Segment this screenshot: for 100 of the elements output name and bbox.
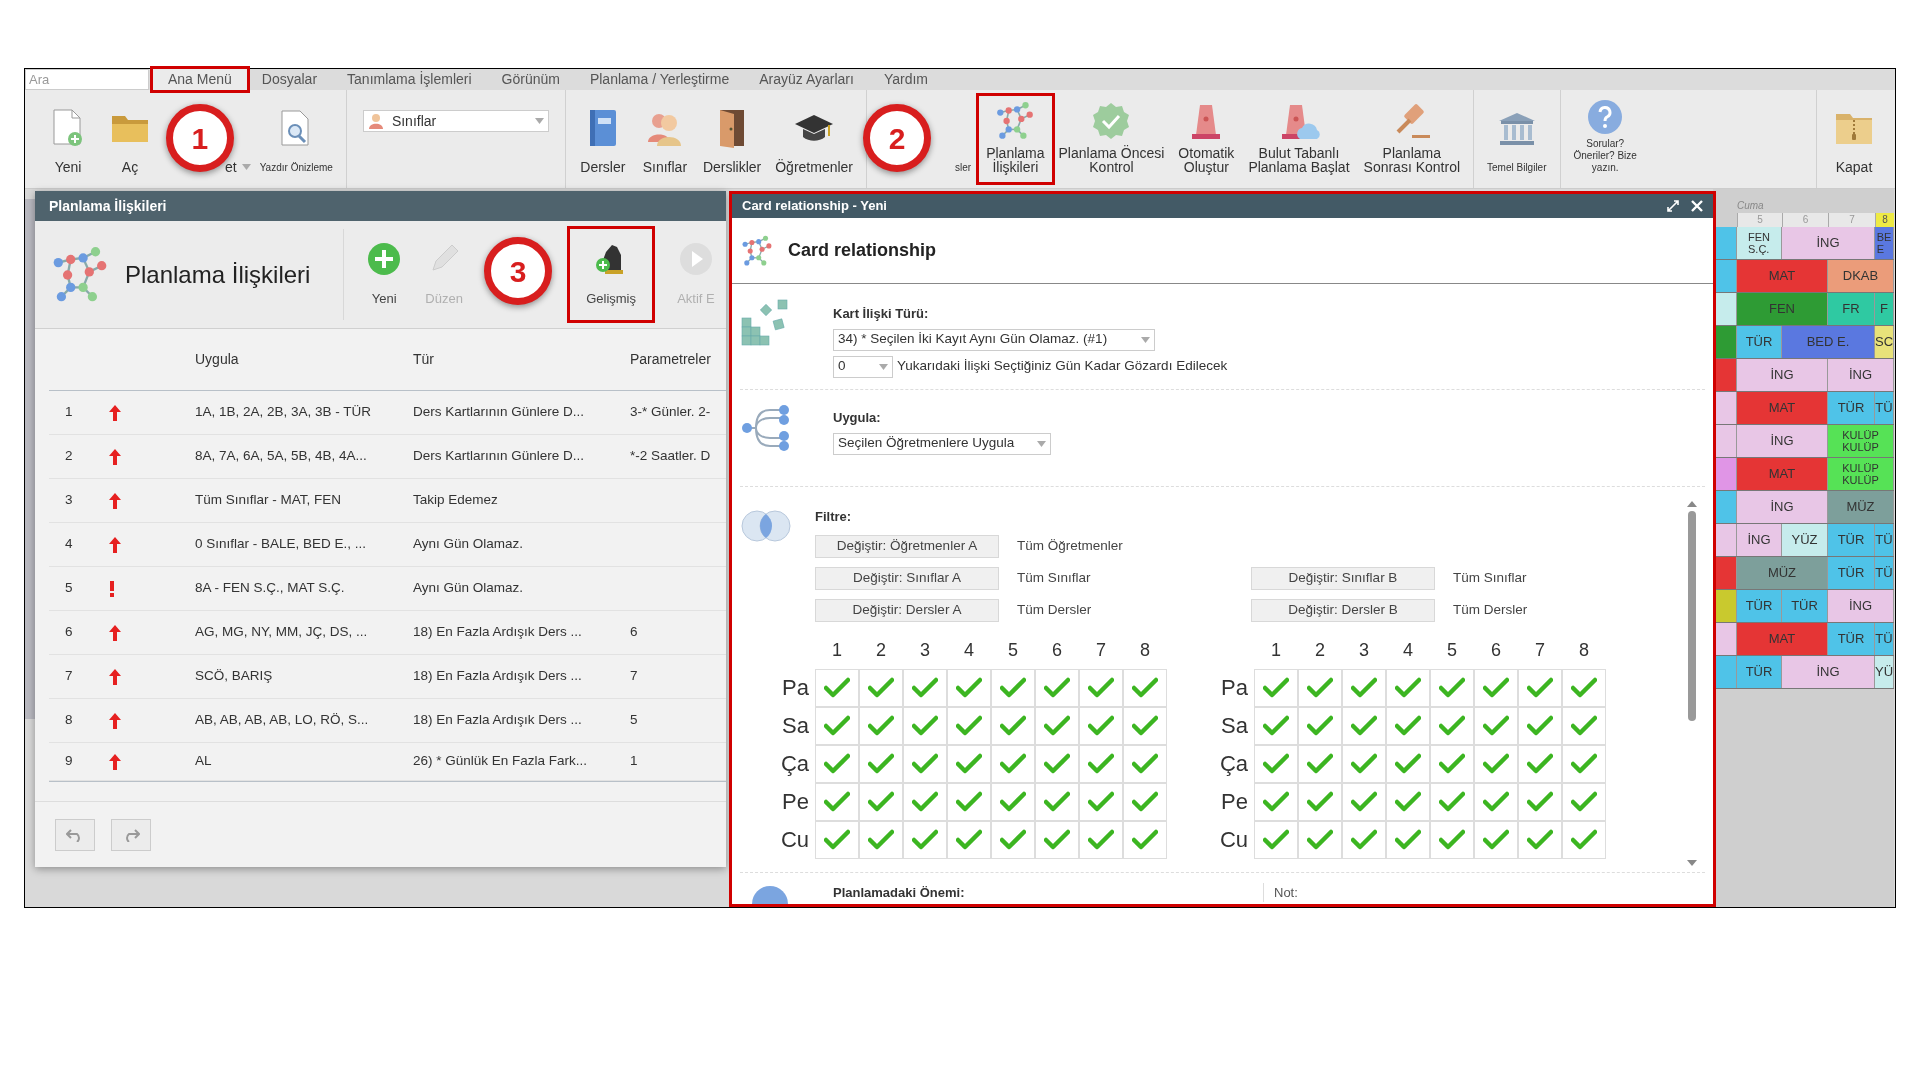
availability-cell[interactable] bbox=[1518, 782, 1562, 821]
timetable-cell[interactable]: İNG bbox=[1737, 359, 1828, 391]
availability-cell[interactable] bbox=[1298, 706, 1342, 745]
toolbar-button[interactable]: Sınıflar bbox=[633, 96, 696, 182]
availability-cell[interactable] bbox=[903, 782, 947, 821]
availability-cell[interactable] bbox=[859, 820, 903, 859]
availability-cell[interactable] bbox=[1562, 782, 1606, 821]
availability-cell[interactable] bbox=[991, 706, 1035, 745]
timetable-cell[interactable]: YÜ bbox=[1875, 656, 1894, 688]
availability-cell[interactable] bbox=[859, 782, 903, 821]
table-row[interactable]: 8 AB, AB, AB, AB, LO, RÖ, S... 18) En Fazla Ardışık Ders ... 5 bbox=[49, 699, 726, 743]
menu-tab[interactable]: Dosyalar bbox=[246, 69, 333, 90]
toolbar-button[interactable]: Aç bbox=[99, 96, 161, 182]
availability-cell[interactable] bbox=[1254, 782, 1298, 821]
availability-cell[interactable] bbox=[1254, 820, 1298, 859]
availability-cell[interactable] bbox=[815, 706, 859, 745]
toolbar-button[interactable]: sler bbox=[953, 96, 974, 182]
timetable-cell[interactable]: TÜR bbox=[1737, 656, 1782, 688]
availability-cell[interactable] bbox=[1430, 668, 1474, 707]
availability-cell[interactable] bbox=[903, 706, 947, 745]
toolbar-button[interactable]: Otomatik Oluştur bbox=[1171, 96, 1242, 182]
availability-cell[interactable] bbox=[1342, 706, 1386, 745]
availability-cell[interactable] bbox=[1342, 782, 1386, 821]
action-button[interactable]: Yeni bbox=[354, 229, 415, 320]
timetable-cell[interactable]: TÜR bbox=[1782, 590, 1828, 622]
column-header[interactable]: Tür bbox=[413, 349, 630, 370]
availability-cell[interactable] bbox=[1079, 706, 1123, 745]
availability-cell[interactable] bbox=[1474, 820, 1518, 859]
menu-tab[interactable]: Arayüz Ayarları bbox=[744, 69, 869, 90]
availability-cell[interactable] bbox=[1079, 820, 1123, 859]
apply-dropdown[interactable]: Seçilen Öğretmenlere Uygula bbox=[833, 432, 1051, 455]
toolbar-button[interactable]: Kapat bbox=[1823, 96, 1885, 182]
menu-tab[interactable]: Yardım bbox=[868, 69, 943, 90]
availability-cell[interactable] bbox=[947, 744, 991, 783]
timetable-cell[interactable]: KULÜP KULÜP bbox=[1828, 458, 1894, 490]
scroll-down-icon[interactable] bbox=[1687, 860, 1697, 866]
availability-cell[interactable] bbox=[1254, 744, 1298, 783]
availability-cell[interactable] bbox=[1430, 820, 1474, 859]
availability-cell[interactable] bbox=[1035, 820, 1079, 859]
table-row[interactable]: 5 8A - FEN S.Ç., MAT S.Ç. Aynı Gün Olamaz. bbox=[49, 567, 726, 611]
relation-type-dropdown[interactable]: 34) * Seçilen İki Kayıt Aynı Gün Olamaz. (#1) bbox=[833, 328, 1155, 351]
scroll-up-icon[interactable] bbox=[1687, 501, 1697, 507]
availability-cell[interactable] bbox=[1474, 668, 1518, 707]
timetable-cell[interactable]: FEN bbox=[1737, 293, 1828, 325]
table-row[interactable]: 2 8A, 7A, 6A, 5A, 5B, 4B, 4A... Ders Kartlarının Günlere D... *-2 Saatler. D bbox=[49, 435, 726, 479]
timetable-cell[interactable]: İNG bbox=[1737, 524, 1782, 556]
availability-cell[interactable] bbox=[1474, 744, 1518, 783]
timetable-cell[interactable]: İNG bbox=[1737, 425, 1828, 457]
availability-cell[interactable] bbox=[1518, 668, 1562, 707]
table-row[interactable]: 3 Tüm Sınıflar - MAT, FEN Takip Edemez bbox=[49, 479, 726, 523]
availability-cell[interactable] bbox=[1123, 782, 1167, 821]
availability-cell[interactable] bbox=[1430, 706, 1474, 745]
availability-cell[interactable] bbox=[1123, 744, 1167, 783]
toolbar-button[interactable]: Dersler bbox=[571, 96, 634, 182]
availability-cell[interactable] bbox=[1035, 782, 1079, 821]
timetable-cell[interactable]: DKAB bbox=[1828, 260, 1894, 292]
availability-cell[interactable] bbox=[1562, 820, 1606, 859]
availability-cell[interactable] bbox=[1035, 668, 1079, 707]
column-header[interactable]: Parametreler bbox=[630, 349, 711, 370]
timetable-cell[interactable]: TÜ bbox=[1875, 557, 1894, 589]
toolbar-button[interactable]: Sorular? Öneriler? Bize yazın. bbox=[1566, 96, 1644, 182]
timetable-cell[interactable]: TÜR bbox=[1828, 557, 1875, 589]
availability-cell[interactable] bbox=[991, 782, 1035, 821]
table-row[interactable]: 1 1A, 1B, 2A, 2B, 3A, 3B - TÜR Ders Kartlarının Günlere D... 3-* Günler. 2- bbox=[49, 391, 726, 435]
availability-cell[interactable] bbox=[1562, 668, 1606, 707]
availability-cell[interactable] bbox=[1079, 668, 1123, 707]
availability-cell[interactable] bbox=[1386, 820, 1430, 859]
availability-cell[interactable] bbox=[1035, 706, 1079, 745]
timetable-cell[interactable]: İNG bbox=[1782, 227, 1875, 259]
action-button[interactable]: Gelişmiş bbox=[570, 229, 652, 320]
maximize-icon[interactable] bbox=[1667, 200, 1679, 212]
availability-cell[interactable] bbox=[859, 668, 903, 707]
timetable-cell[interactable]: SC bbox=[1875, 326, 1894, 358]
timetable-cell[interactable]: F bbox=[1875, 293, 1894, 325]
change-filter-button[interactable]: Değiştir: Sınıflar A bbox=[815, 567, 999, 590]
timetable-cell[interactable]: FR bbox=[1828, 293, 1875, 325]
change-filter-button[interactable]: Değiştir: Öğretmenler A bbox=[815, 535, 999, 558]
timetable-cell[interactable]: MÜZ bbox=[1828, 491, 1894, 523]
menu-tab[interactable]: Tanımlama İşlemleri bbox=[332, 69, 487, 90]
timetable-cell[interactable]: TÜR bbox=[1828, 524, 1875, 556]
timetable-cell[interactable]: TÜR bbox=[1828, 623, 1875, 655]
timetable-cell[interactable]: İNG bbox=[1737, 491, 1828, 523]
timetable-cell[interactable]: TÜ bbox=[1875, 524, 1894, 556]
availability-cell[interactable] bbox=[1430, 782, 1474, 821]
availability-cell[interactable] bbox=[1035, 744, 1079, 783]
toolbar-button[interactable]: Planlama İlişkileri bbox=[979, 96, 1052, 182]
availability-cell[interactable] bbox=[1386, 706, 1430, 745]
availability-cell[interactable] bbox=[1518, 744, 1562, 783]
availability-cell[interactable] bbox=[1518, 706, 1562, 745]
toolbar-button[interactable]: Yazdır Önizleme bbox=[252, 96, 340, 182]
toolbar-button[interactable]: Temel Bilgiler bbox=[1480, 96, 1554, 182]
table-row[interactable]: 4 0 Sınıflar - BALE, BED E., ... Aynı Gün Olamaz. bbox=[49, 523, 726, 567]
availability-cell[interactable] bbox=[947, 820, 991, 859]
toolbar-button[interactable]: Planlama Sonrası Kontrol bbox=[1356, 96, 1468, 182]
toolbar-button[interactable]: Öğretmenler bbox=[768, 96, 861, 182]
timetable-cell[interactable]: İNG bbox=[1828, 590, 1894, 622]
availability-cell[interactable] bbox=[1386, 668, 1430, 707]
availability-cell[interactable] bbox=[903, 744, 947, 783]
availability-cell[interactable] bbox=[1298, 744, 1342, 783]
availability-cell[interactable] bbox=[947, 706, 991, 745]
